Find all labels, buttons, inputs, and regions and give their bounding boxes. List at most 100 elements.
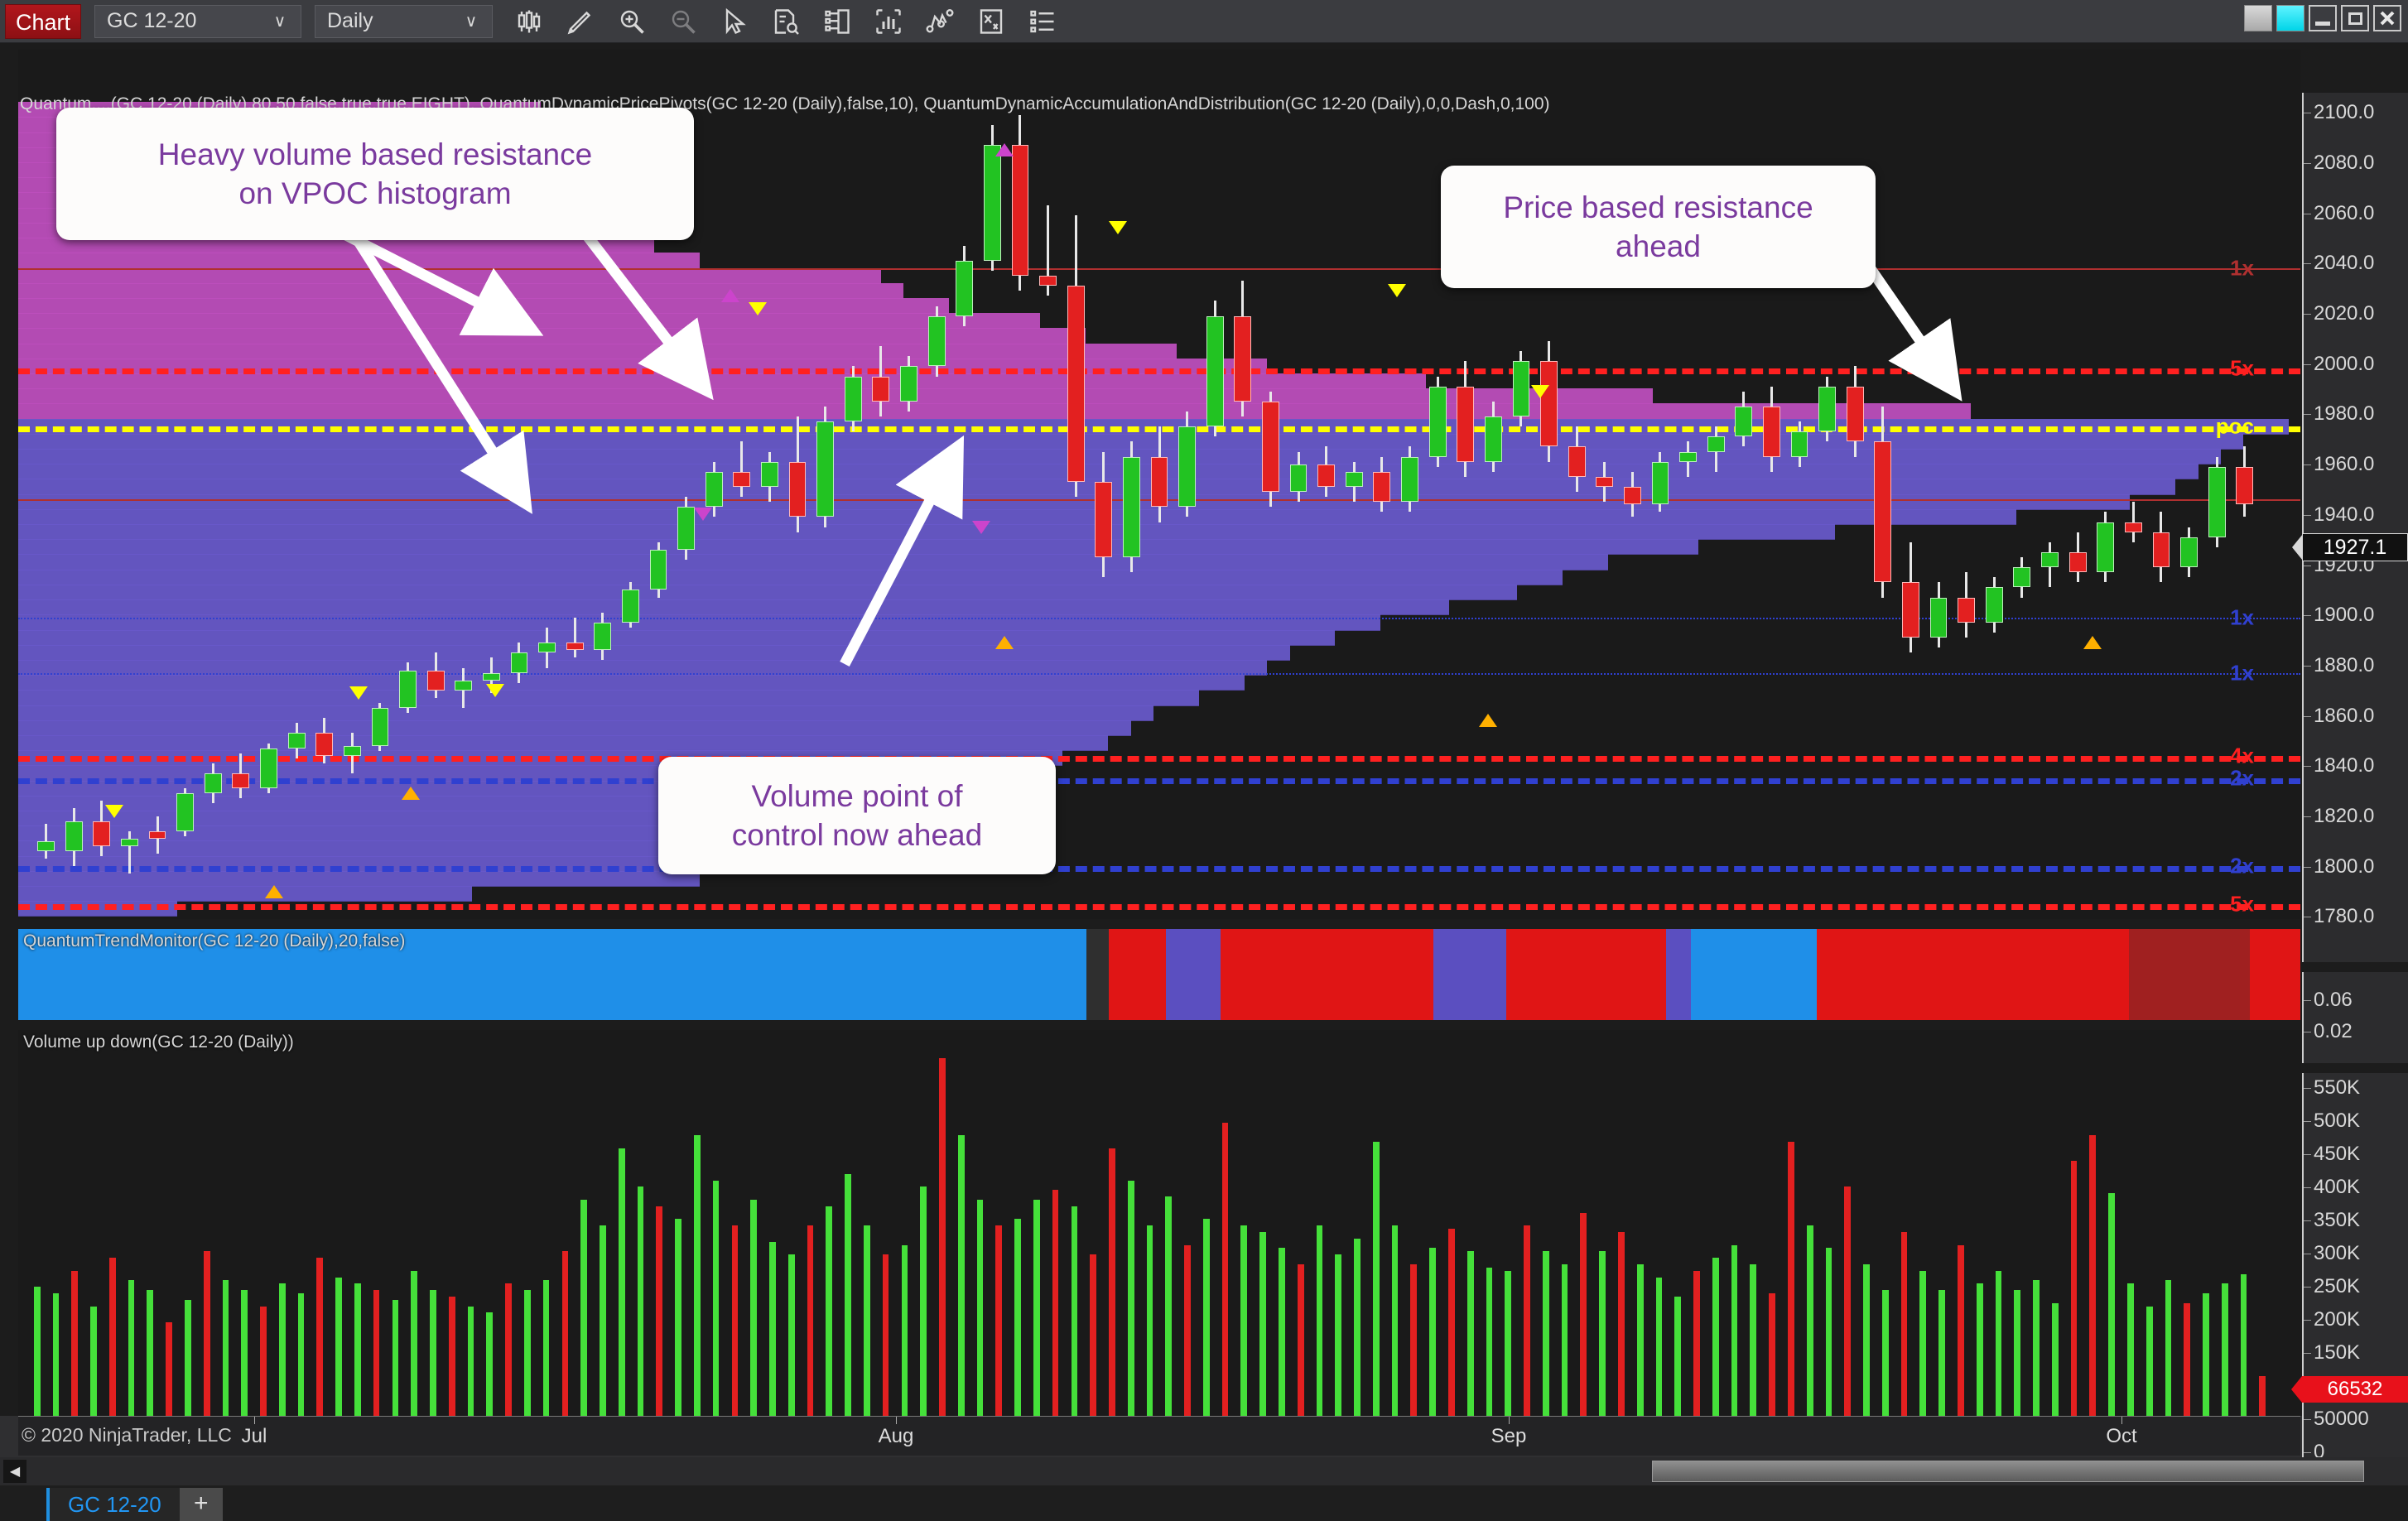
zoom-in-icon[interactable] [617,7,647,36]
volume-bar [675,1219,681,1419]
toolbar-icon-group [514,7,1057,36]
add-tab-button[interactable]: + [179,1488,223,1521]
callout-price-resistance[interactable]: Price based resistance ahead [1441,166,1876,288]
maximize-button[interactable] [2341,5,2369,31]
callout-vpoc-resistance-text: Heavy volume based resistance on VPOC hi… [157,137,593,210]
trend-monitor-segment [1221,929,1433,1020]
pivot-level-label: 5x [2230,355,2254,381]
volume-bar [1372,1141,1380,1419]
volume-bar [1033,1200,1040,1419]
volume-bar [1788,1141,1794,1419]
volume-bar [2240,1273,2247,1419]
strategy-analyzer-icon[interactable] [976,7,1006,36]
chart-menu-button[interactable]: Chart [5,3,81,39]
volume-bar [1731,1244,1738,1419]
volume-bar [1052,1190,1059,1419]
volume-bar [1505,1270,1512,1419]
volume-badge-notch [2291,1376,2302,1403]
properties-list-icon[interactable] [1028,7,1057,36]
volume-bar [486,1312,494,1419]
price-axis[interactable]: 2100.0 2080.0 2060.0 2040.0 2020.0 2000.0 1980… [2292,93,2408,962]
chevron-down-icon[interactable]: ∨ [266,11,294,31]
price-axis-tick-label: 1940.0 [2314,503,2375,526]
axis-tick [2304,665,2311,667]
drawing-tools-pencil-icon[interactable] [566,7,595,36]
volume-bar [939,1057,946,1419]
volume-bar [1259,1232,1266,1419]
cursor-pointer-icon[interactable] [720,7,749,36]
volume-bar [128,1280,135,1419]
volume-bar [354,1283,361,1419]
volume-bar [1466,1251,1474,1419]
volume-bar [882,1254,889,1419]
symbol-selector[interactable]: GC 12-20 ∨ [94,4,301,38]
signal-marker-up [402,787,420,801]
volume-bar [1958,1244,1964,1419]
pivot-level-label: poc [2215,413,2254,439]
trend-monitor-segment [2250,929,2300,1020]
tab-gc-12-20[interactable]: GC 12-20 [46,1488,180,1521]
volume-axis[interactable]: 550K500K450K400K350K300K250K200K150K100K… [2291,1073,2408,1463]
volume-bar [1976,1283,1983,1419]
chart-template-icon[interactable] [822,7,852,36]
volume-bar [2203,1293,2209,1419]
indicators-icon[interactable] [874,7,903,36]
trend-monitor-segment [1505,929,1666,1020]
volume-bar [901,1244,908,1419]
volume-bar [166,1322,172,1419]
volume-axis-tick-label: 450K [2314,1143,2361,1165]
trend-monitor-segment [1665,929,1692,1020]
candlestick-chart-icon[interactable] [514,7,544,36]
volume-axis-tick-label: 500K [2314,1109,2361,1132]
interval-selector[interactable]: Daily ∨ [315,4,493,38]
volume-axis-tick-label: 150K [2314,1341,2361,1364]
signal-marker-down [1109,221,1128,235]
callout-volume-poc[interactable]: Volume point of control now ahead [658,757,1056,874]
volume-bar [787,1254,795,1419]
volume-bar [1279,1248,1285,1419]
volume-bar [693,1135,701,1419]
price-badge-notch [2292,533,2303,561]
volume-bar [1618,1232,1625,1419]
signal-marker-down [104,804,123,818]
minimize-button[interactable] [2309,5,2337,31]
close-button[interactable] [2373,5,2401,31]
volume-bar [1240,1225,1248,1419]
volume-bar [845,1173,851,1419]
volume-bar [1769,1293,1775,1419]
horizontal-scrollbar[interactable]: ◀ [0,1457,2408,1485]
pivot-level-label: 1x [2230,255,2254,281]
volume-bar [1919,1270,1927,1419]
volume-bar [1391,1225,1399,1419]
volume-bar [297,1293,305,1419]
trend-axis-tick-label: 0.06 [2314,989,2353,1011]
signal-marker-up [264,884,283,898]
volume-bar [731,1225,739,1419]
strategies-icon[interactable] [925,7,955,36]
signal-marker-up [2083,636,2102,650]
axis-tick [2304,464,2311,466]
trend-monitor-segment [1166,929,1221,1020]
copyright-text: © 2020 NinjaTrader, LLC [22,1424,232,1446]
workspace-color-gray-swatch[interactable] [2244,5,2272,31]
volume-pane[interactable]: Volume up down(GC 12-20 (Daily)) [18,1030,2300,1419]
volume-bar [1090,1254,1096,1419]
chevron-down-icon[interactable]: ∨ [457,11,485,31]
volume-bar-series [18,1030,2300,1419]
volume-bar [1995,1270,2002,1419]
workspace-color-cyan-swatch[interactable] [2276,5,2304,31]
trend-axis[interactable]: 0.06 0.02 [2302,972,2408,1063]
scrollbar-thumb[interactable] [1652,1461,2364,1482]
volume-bar [2089,1135,2097,1419]
price-axis-tick-label: 1800.0 [2314,854,2375,878]
volume-bar [411,1270,418,1419]
trend-monitor-pane[interactable]: QuantumTrendMonitor(GC 12-20 (Daily),20,… [18,929,2300,1020]
window-controls [2244,5,2401,31]
time-axis[interactable]: Jul Aug Sep Oct [18,1416,2300,1456]
data-box-icon[interactable] [771,7,801,36]
chart-canvas-area[interactable]: Quantum....(GC 12-20 (Daily),80,50,false… [0,43,2408,1463]
volume-bar [1863,1263,1870,1419]
scroll-left-arrow-icon[interactable]: ◀ [3,1460,26,1483]
callout-vpoc-resistance[interactable]: Heavy volume based resistance on VPOC hi… [56,108,694,240]
volume-bar [1146,1225,1153,1419]
